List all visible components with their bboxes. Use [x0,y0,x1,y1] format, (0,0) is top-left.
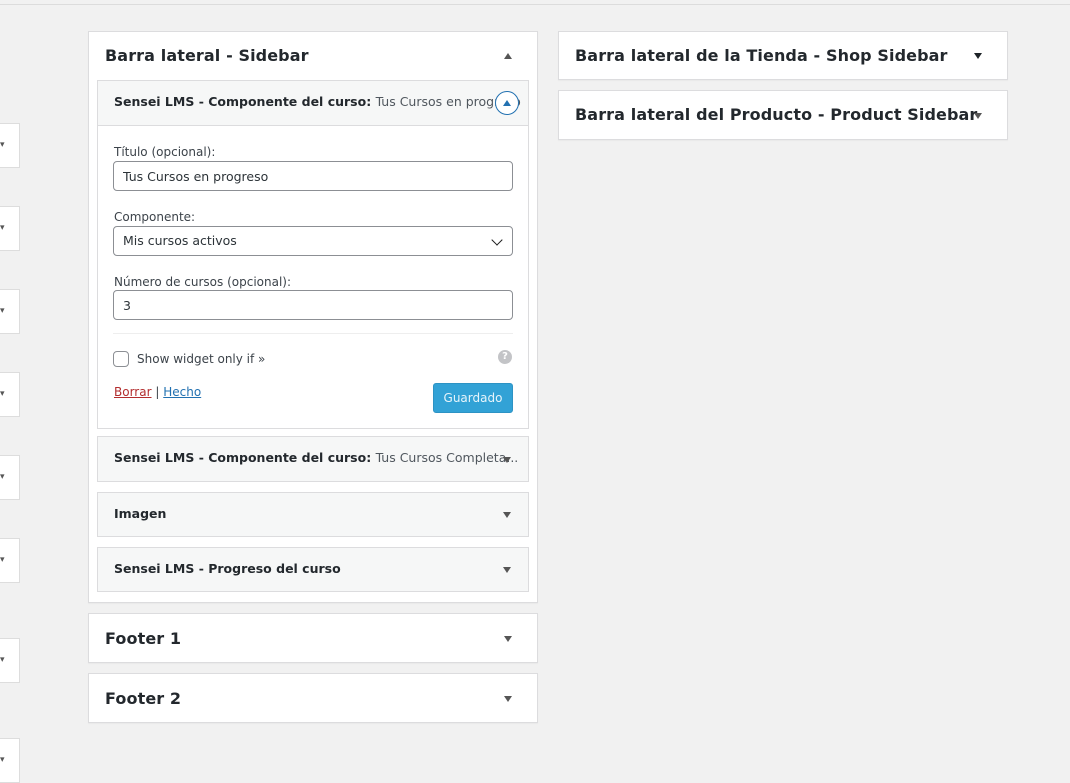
widget-title-main: Sensei LMS - Componente del curso: [114,450,372,465]
save-button[interactable]: Guardado [433,383,513,413]
footer-1-title: Footer 1 [105,629,182,648]
available-widget-stub[interactable]: ▾ [0,638,20,683]
widget-courses-in-progress: Sensei LMS - Componente del curso: Tus C… [97,80,529,429]
caret-down-icon: ▾ [0,555,5,565]
product-sidebar-title: Barra lateral del Producto - Product Sid… [575,105,978,124]
course-count-field[interactable] [113,290,513,320]
widget-title: Sensei LMS - Componente del curso: Tus C… [114,94,521,109]
shop-sidebar-title: Barra lateral de la Tienda - Shop Sideba… [575,46,948,65]
widget-title: Imagen [114,506,167,521]
delete-link[interactable]: Borrar [114,385,152,399]
caret-down-icon: ▾ [0,755,5,765]
done-link[interactable]: Hecho [163,385,201,399]
available-widget-stub[interactable]: ▾ [0,455,20,500]
caret-down-icon: ▾ [0,306,5,316]
caret-down-icon[interactable] [503,512,511,518]
component-select[interactable]: Mis cursos activos [113,226,513,256]
caret-down-icon: ▾ [0,472,5,482]
available-widget-stub[interactable]: ▾ [0,289,20,334]
available-widget-stub[interactable]: ▾ [0,538,20,583]
caret-down-icon[interactable] [503,457,511,463]
top-divider [0,4,1070,5]
widget-course-progress[interactable]: Sensei LMS - Progreso del curso [97,547,529,592]
available-widget-stub[interactable]: ▾ [0,206,20,251]
caret-down-icon: ▾ [0,655,5,665]
footer-2-panel[interactable]: Footer 2 [88,673,538,723]
caret-down-icon: ▾ [0,389,5,399]
title-field-label: Título (opcional): [114,145,216,159]
widget-title: Sensei LMS - Componente del curso: Tus C… [114,450,518,465]
caret-down-icon[interactable] [504,696,512,702]
sidebar-panel-header[interactable]: Barra lateral - Sidebar [89,32,537,80]
show-widget-only-if-checkbox[interactable] [113,351,129,367]
widget-actions: Borrar | Hecho [114,385,201,399]
caret-up-icon[interactable] [504,53,512,59]
available-widget-stub[interactable]: ▾ [0,372,20,417]
widget-title-main: Sensei LMS - Componente del curso: [114,94,372,109]
widget-form: Título (opcional): Componente: Mis curso… [98,125,528,428]
component-field-label: Componente: [114,210,196,224]
caret-down-icon: ▾ [0,140,5,150]
help-icon[interactable]: ? [498,350,512,364]
shop-sidebar-panel[interactable]: Barra lateral de la Tienda - Shop Sideba… [558,31,1008,80]
sidebar-panel-title: Barra lateral - Sidebar [105,46,309,65]
caret-down-icon[interactable] [503,567,511,573]
available-widget-stub[interactable]: ▾ [0,123,20,168]
action-separator: | [155,385,160,399]
caret-down-icon[interactable] [504,636,512,642]
caret-down-icon: ▾ [0,223,5,233]
title-field[interactable] [113,161,513,191]
widget-header[interactable]: Sensei LMS - Componente del curso: Tus C… [98,81,528,125]
form-divider [113,333,513,334]
widget-title: Sensei LMS - Progreso del curso [114,561,341,576]
chevron-down-icon [491,234,503,246]
course-count-label: Número de cursos (opcional): [114,275,292,289]
widget-title-sub: Tus Cursos Completa... [375,450,519,465]
footer-2-title: Footer 2 [105,689,182,708]
caret-down-icon[interactable] [974,113,982,119]
widget-courses-completed[interactable]: Sensei LMS - Componente del curso: Tus C… [97,436,529,482]
footer-1-panel[interactable]: Footer 1 [88,613,538,663]
show-widget-only-if-label[interactable]: Show widget only if » [137,352,265,366]
component-select-value: Mis cursos activos [123,233,237,248]
collapse-widget-button[interactable] [495,91,519,115]
widget-image[interactable]: Imagen [97,492,529,537]
sidebar-panel: Barra lateral - Sidebar Sensei LMS - Com… [88,31,538,603]
product-sidebar-panel[interactable]: Barra lateral del Producto - Product Sid… [558,90,1008,140]
caret-down-icon[interactable] [974,53,982,59]
caret-up-icon [503,100,511,106]
available-widget-stub[interactable]: ▾ [0,738,20,783]
